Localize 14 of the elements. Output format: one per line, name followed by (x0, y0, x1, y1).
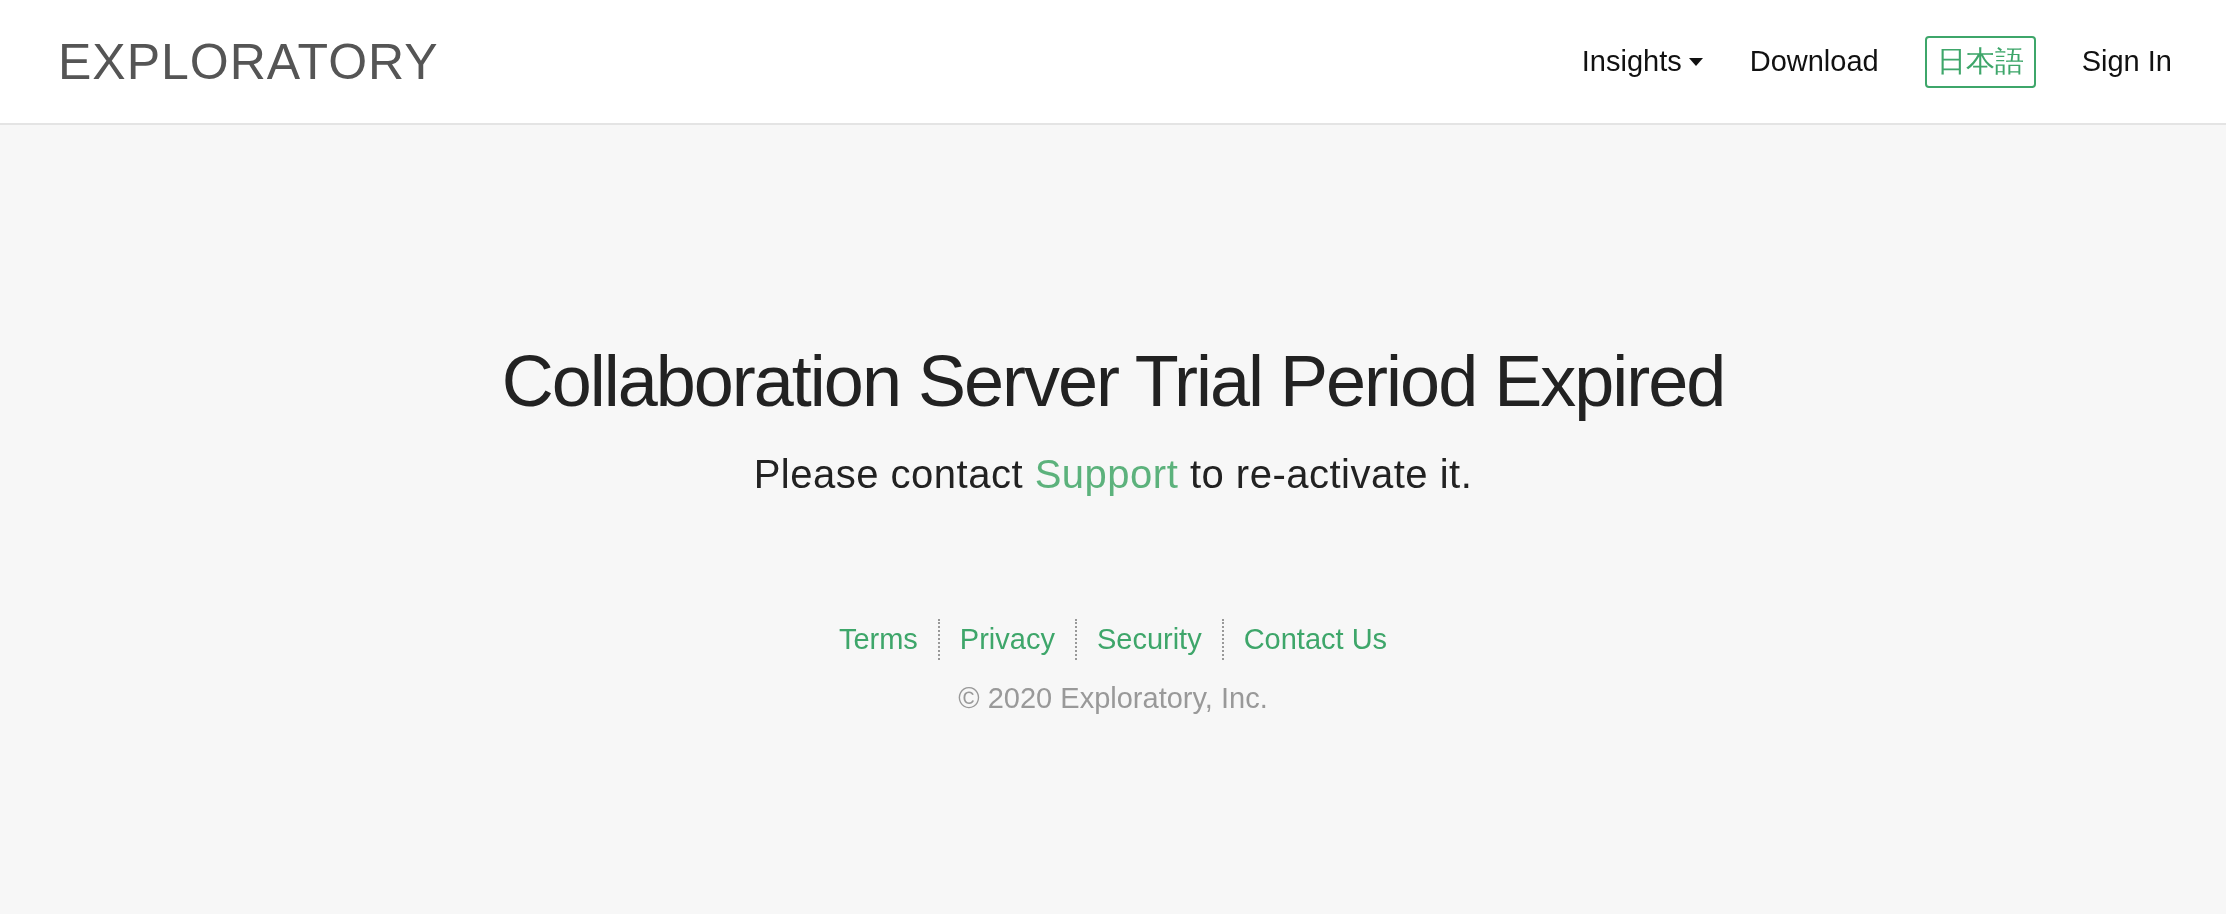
message-text: Please contact Support to re-activate it. (753, 452, 1473, 497)
footer-link[interactable]: Contact Us (1221, 619, 1408, 660)
nav-link[interactable]: Sign In (2081, 45, 2172, 78)
copyright-text: © 2020 Exploratory, Inc. (958, 682, 1268, 715)
footer-link[interactable]: Terms (818, 619, 938, 660)
page-title: Collaboration Server Trial Period Expired (501, 340, 1725, 422)
caret-icon (1687, 56, 1704, 67)
nav-link[interactable]: Download (1749, 45, 1879, 78)
language-button[interactable]: 日本語 (1924, 35, 2036, 88)
footer-link[interactable]: Security (1074, 619, 1222, 660)
footer-link[interactable]: Privacy (937, 619, 1075, 660)
support-link[interactable]: Support (1034, 452, 1179, 496)
insights-menu[interactable]: Insights (1581, 45, 1704, 78)
logo[interactable]: EXPLORATORY (58, 32, 439, 91)
